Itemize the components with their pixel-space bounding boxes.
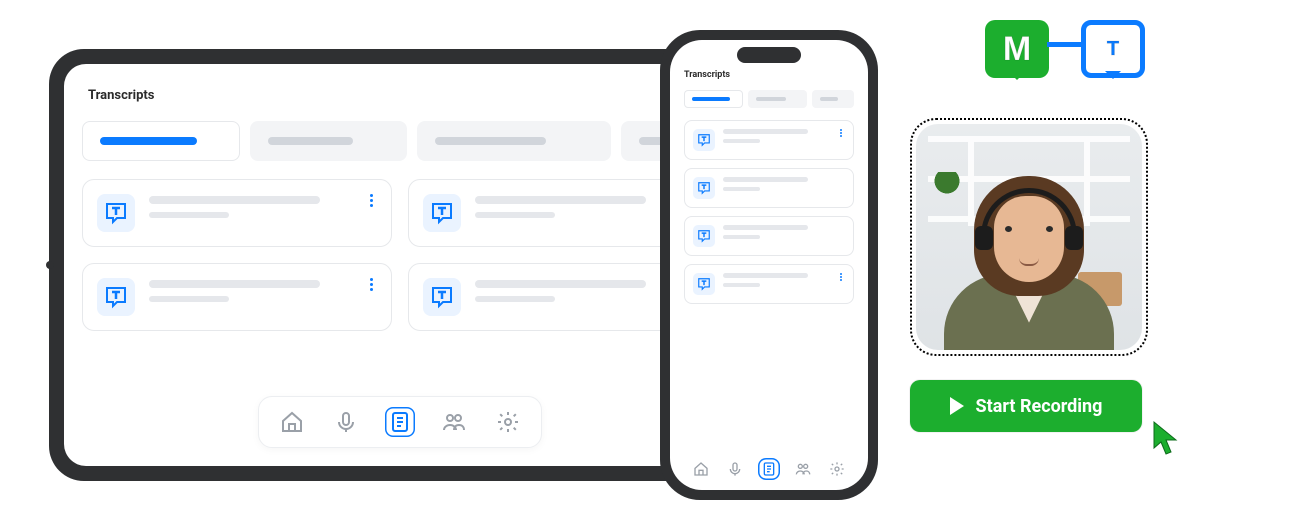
transcript-card[interactable]	[684, 168, 854, 208]
more-icon[interactable]	[363, 276, 379, 292]
transcript-icon	[693, 177, 715, 199]
badge-m: M	[985, 20, 1049, 78]
page-title: Transcripts	[82, 88, 718, 103]
start-recording-label: Start Recording	[976, 396, 1103, 417]
transcript-card[interactable]	[684, 264, 854, 304]
transcript-card[interactable]	[82, 263, 392, 331]
people-icon[interactable]	[792, 458, 814, 480]
transcript-icon	[693, 273, 715, 295]
user-portrait-frame	[910, 118, 1148, 356]
badge-t-letter: T	[1107, 38, 1119, 61]
mic-icon[interactable]	[724, 458, 746, 480]
tab-1[interactable]	[684, 90, 743, 108]
tab-3[interactable]	[417, 121, 611, 161]
transcript-card[interactable]	[82, 179, 392, 247]
settings-icon[interactable]	[826, 458, 848, 480]
settings-icon[interactable]	[493, 407, 523, 437]
more-icon[interactable]	[363, 192, 379, 208]
badge-t: T	[1081, 20, 1145, 78]
tab-2[interactable]	[250, 121, 408, 161]
more-icon[interactable]	[836, 128, 846, 138]
user-portrait	[916, 124, 1142, 350]
mic-icon[interactable]	[331, 407, 361, 437]
tablet-screen: Transcripts	[64, 64, 736, 466]
tabs-row	[82, 121, 718, 161]
bottom-dock	[690, 458, 848, 480]
tab-2[interactable]	[748, 90, 807, 108]
app-badges: M T	[985, 20, 1145, 78]
transcript-icon	[693, 225, 715, 247]
transcript-icon	[97, 194, 135, 232]
home-icon[interactable]	[690, 458, 712, 480]
transcript-card[interactable]	[684, 216, 854, 256]
transcript-icon[interactable]	[385, 407, 415, 437]
badge-m-letter: M	[1003, 30, 1031, 69]
more-icon[interactable]	[836, 272, 846, 282]
transcript-icon	[97, 278, 135, 316]
transcript-card[interactable]	[684, 120, 854, 160]
tablet-device: Transcripts	[50, 50, 750, 480]
play-icon	[950, 397, 964, 415]
phone-screen: Transcripts	[670, 40, 868, 490]
tabs-row	[684, 90, 854, 108]
page-title: Transcripts	[684, 70, 854, 80]
home-icon[interactable]	[277, 407, 307, 437]
tab-3[interactable]	[812, 90, 854, 108]
phone-device: Transcripts	[660, 30, 878, 500]
start-recording-button[interactable]: Start Recording	[910, 380, 1142, 432]
people-icon[interactable]	[439, 407, 469, 437]
transcript-icon[interactable]	[758, 458, 780, 480]
cursor-icon	[1152, 420, 1180, 458]
bottom-dock	[258, 396, 542, 448]
transcript-icon	[693, 129, 715, 151]
tab-1[interactable]	[82, 121, 240, 161]
transcript-icon	[423, 278, 461, 316]
transcript-grid	[82, 179, 718, 331]
badge-connector	[1047, 42, 1083, 47]
phone-notch	[737, 47, 801, 63]
transcript-icon	[423, 194, 461, 232]
